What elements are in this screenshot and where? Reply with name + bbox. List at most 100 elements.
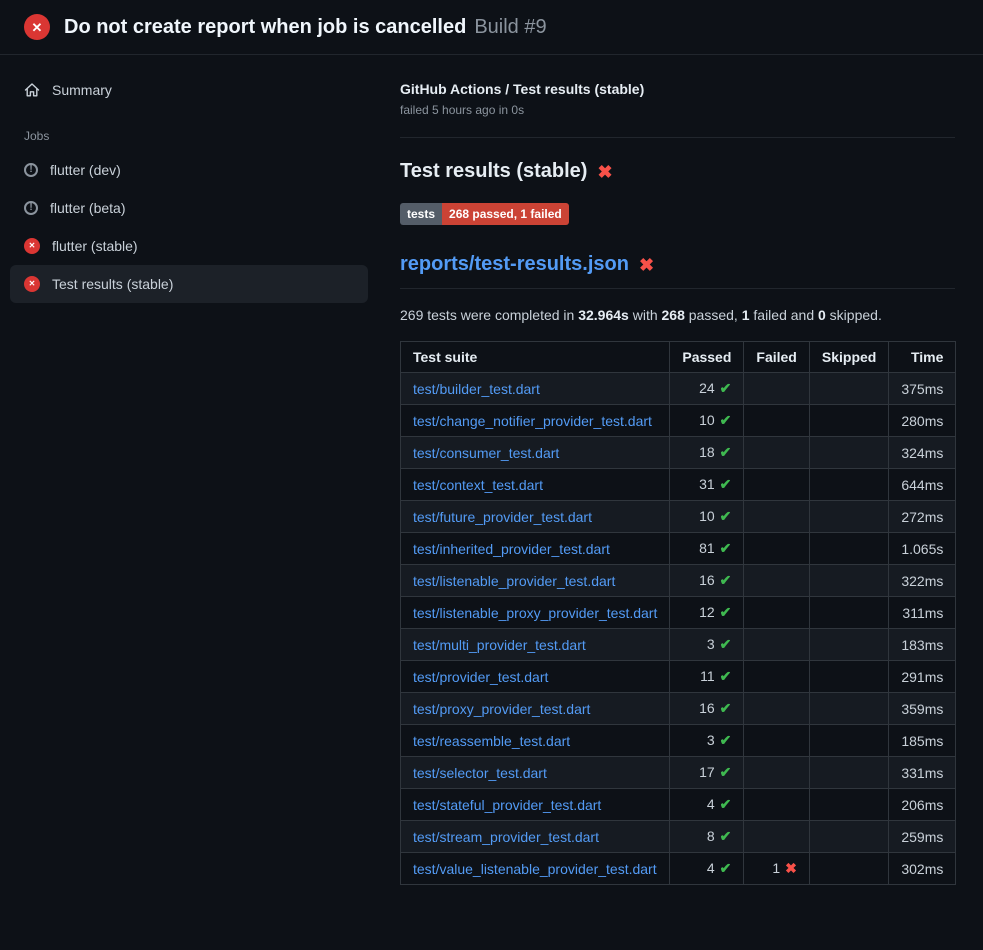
- test-suite-link[interactable]: test/consumer_test.dart: [413, 445, 559, 461]
- time-value: 183ms: [889, 629, 956, 661]
- passed-count: 8: [707, 828, 715, 844]
- table-row: test/stream_provider_test.dart 8✔ ✖ 259m…: [401, 821, 956, 853]
- neutral-status-icon: !: [24, 163, 38, 177]
- neutral-status-icon: !: [24, 201, 38, 215]
- time-value: 1.065s: [889, 533, 956, 565]
- passed-count: 18: [699, 444, 715, 460]
- time-value: 280ms: [889, 405, 956, 437]
- time-value: 291ms: [889, 661, 956, 693]
- check-icon: ✔: [720, 700, 732, 716]
- passed-count: 3: [707, 636, 715, 652]
- test-suite-link[interactable]: test/stream_provider_test.dart: [413, 829, 599, 845]
- col-header-passed: Passed: [670, 342, 744, 373]
- test-suite-link[interactable]: test/proxy_provider_test.dart: [413, 701, 590, 717]
- passed-count: 81: [699, 540, 715, 556]
- divider: [400, 137, 955, 138]
- report-link[interactable]: reports/test-results.json: [400, 253, 629, 276]
- table-row: test/consumer_test.dart 18✔ ✖ 324ms: [401, 437, 956, 469]
- summary-text: 269 tests were completed in 32.964s with…: [400, 307, 955, 323]
- test-suite-link[interactable]: test/reassemble_test.dart: [413, 733, 570, 749]
- sidebar-job-item[interactable]: ! ✕ flutter (stable): [10, 227, 368, 265]
- check-icon: ✔: [720, 732, 732, 748]
- test-suite-link[interactable]: test/future_provider_test.dart: [413, 509, 592, 525]
- passed-count: 3: [707, 732, 715, 748]
- cross-mark-icon: ✖: [597, 163, 612, 181]
- sidebar-job-item[interactable]: ! ✕ Test results (stable): [10, 265, 368, 303]
- check-icon: ✔: [720, 604, 732, 620]
- time-value: 375ms: [889, 373, 956, 405]
- passed-count: 16: [699, 700, 715, 716]
- test-suite-link[interactable]: test/inherited_provider_test.dart: [413, 541, 610, 557]
- table-row: test/inherited_provider_test.dart 81✔ ✖ …: [401, 533, 956, 565]
- job-label: flutter (dev): [50, 162, 121, 178]
- table-row: test/stateful_provider_test.dart 4✔ ✖ 20…: [401, 789, 956, 821]
- check-icon: ✔: [720, 572, 732, 588]
- test-suite-link[interactable]: test/builder_test.dart: [413, 381, 540, 397]
- time-value: 311ms: [889, 597, 956, 629]
- sidebar: Summary Jobs ! ✕ flutter (dev) ! ✕ flutt…: [0, 55, 382, 319]
- badge-label: tests: [400, 203, 442, 225]
- table-row: test/reassemble_test.dart 3✔ ✖ 185ms: [401, 725, 956, 757]
- check-icon: ✔: [720, 828, 732, 844]
- passed-count: 4: [707, 796, 715, 812]
- time-value: 322ms: [889, 565, 956, 597]
- table-row: test/builder_test.dart 24✔ ✖ 375ms: [401, 373, 956, 405]
- jobs-list: ! ✕ flutter (dev) ! ✕ flutter (beta) ! ✕…: [10, 151, 368, 303]
- passed-count: 11: [700, 668, 715, 684]
- table-row: test/change_notifier_provider_test.dart …: [401, 405, 956, 437]
- sidebar-job-item[interactable]: ! ✕ flutter (beta): [10, 189, 368, 227]
- table-header-row: Test suite Passed Failed Skipped Time: [401, 342, 956, 373]
- test-suite-link[interactable]: test/listenable_provider_test.dart: [413, 573, 615, 589]
- test-suite-link[interactable]: test/provider_test.dart: [413, 669, 548, 685]
- time-value: 331ms: [889, 757, 956, 789]
- table-row: test/listenable_provider_test.dart 16✔ ✖…: [401, 565, 956, 597]
- table-row: test/provider_test.dart 11✔ ✖ 291ms: [401, 661, 956, 693]
- cross-mark-icon: ✖: [639, 256, 654, 274]
- passed-count: 10: [699, 508, 715, 524]
- table-row: test/proxy_provider_test.dart 16✔ ✖ 359m…: [401, 693, 956, 725]
- time-value: 302ms: [889, 853, 956, 885]
- section-title-text: Test results (stable): [400, 160, 587, 183]
- test-suite-link[interactable]: test/change_notifier_provider_test.dart: [413, 413, 652, 429]
- sidebar-item-summary[interactable]: Summary: [10, 71, 368, 109]
- test-suite-link[interactable]: test/listenable_proxy_provider_test.dart: [413, 605, 657, 621]
- summary-skipped-count: 0: [818, 307, 826, 323]
- badge-value: 268 passed, 1 failed: [442, 203, 569, 225]
- time-value: 644ms: [889, 469, 956, 501]
- job-label: flutter (stable): [52, 238, 138, 254]
- job-label: flutter (beta): [50, 200, 125, 216]
- jobs-heading: Jobs: [10, 109, 368, 151]
- x-icon: ✖: [785, 860, 797, 876]
- run-meta: failed 5 hours ago in 0s: [400, 103, 955, 117]
- summary-passed-count: 268: [662, 307, 685, 323]
- table-row: test/future_provider_test.dart 10✔ ✖ 272…: [401, 501, 956, 533]
- summary-duration: 32.964s: [578, 307, 629, 323]
- page-title: Do not create report when job is cancell…: [64, 16, 547, 39]
- check-icon: ✔: [720, 380, 732, 396]
- passed-count: 17: [699, 764, 715, 780]
- build-number: Build #9: [474, 16, 546, 38]
- table-row: test/multi_provider_test.dart 3✔ ✖ 183ms: [401, 629, 956, 661]
- check-icon: ✔: [720, 508, 732, 524]
- check-run-header: ✕ Do not create report when job is cance…: [0, 0, 983, 55]
- failed-status-icon: ✕: [24, 14, 50, 40]
- check-icon: ✔: [720, 412, 732, 428]
- test-suite-link[interactable]: test/stateful_provider_test.dart: [413, 797, 601, 813]
- test-suite-link[interactable]: test/selector_test.dart: [413, 765, 547, 781]
- check-icon: ✔: [720, 444, 732, 460]
- home-icon: [24, 82, 40, 98]
- test-suite-link[interactable]: test/value_listenable_provider_test.dart: [413, 861, 657, 877]
- passed-count: 16: [699, 572, 715, 588]
- col-header-skipped: Skipped: [809, 342, 888, 373]
- test-suite-link[interactable]: test/multi_provider_test.dart: [413, 637, 586, 653]
- check-run-title: Do not create report when job is cancell…: [64, 16, 466, 38]
- breadcrumb: GitHub Actions / Test results (stable): [400, 81, 955, 97]
- check-icon: ✔: [720, 540, 732, 556]
- summary-failed-count: 1: [742, 307, 750, 323]
- check-icon: ✔: [720, 636, 732, 652]
- sidebar-job-item[interactable]: ! ✕ flutter (dev): [10, 151, 368, 189]
- check-icon: ✔: [720, 668, 732, 684]
- test-suite-link[interactable]: test/context_test.dart: [413, 477, 543, 493]
- check-icon: ✔: [720, 860, 732, 876]
- time-value: 359ms: [889, 693, 956, 725]
